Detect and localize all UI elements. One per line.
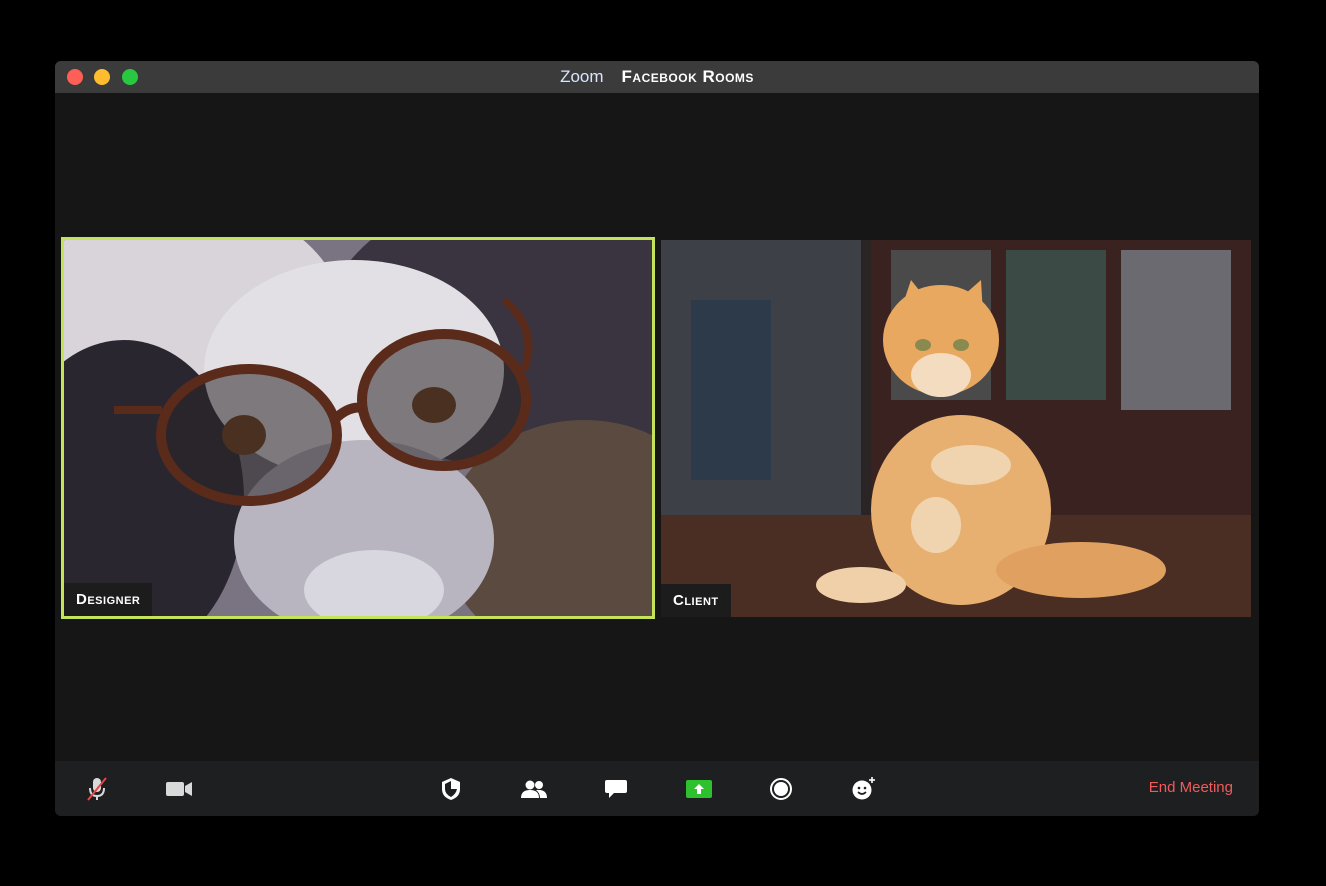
participant-name-label: Designer [64,583,153,616]
app-name: Zoom [560,67,604,86]
chat-icon [605,780,627,798]
zoom-window: Zoom Facebook Rooms Designer Client End … [55,61,1259,816]
stop-video-button[interactable] [163,773,195,805]
mic-muted-icon [87,777,107,801]
window-title: Zoom Facebook Rooms [55,61,1259,93]
video-camera-icon [166,782,192,796]
video-tile-designer[interactable]: Designer [61,237,655,619]
chat-button[interactable] [600,773,632,805]
security-button[interactable] [435,773,467,805]
cat-video-feed [661,240,1251,617]
record-icon [770,778,792,800]
participants-icon [521,780,547,798]
dog-video-feed [64,240,652,616]
share-screen-icon [686,780,712,798]
participant-name-label: Client [661,584,731,617]
meeting-toolbar: End Meeting [55,761,1259,816]
record-button[interactable] [765,773,797,805]
reactions-icon [852,777,875,800]
security-shield-icon [442,778,460,800]
video-tile-client[interactable]: Client [661,240,1251,617]
room-name: Facebook Rooms [621,67,754,86]
share-screen-button[interactable] [683,773,715,805]
reactions-button[interactable] [848,773,880,805]
end-meeting-button[interactable]: End Meeting [1149,779,1233,796]
participants-button[interactable] [518,773,550,805]
mute-button[interactable] [81,773,113,805]
title-bar: Zoom Facebook Rooms [55,61,1259,93]
